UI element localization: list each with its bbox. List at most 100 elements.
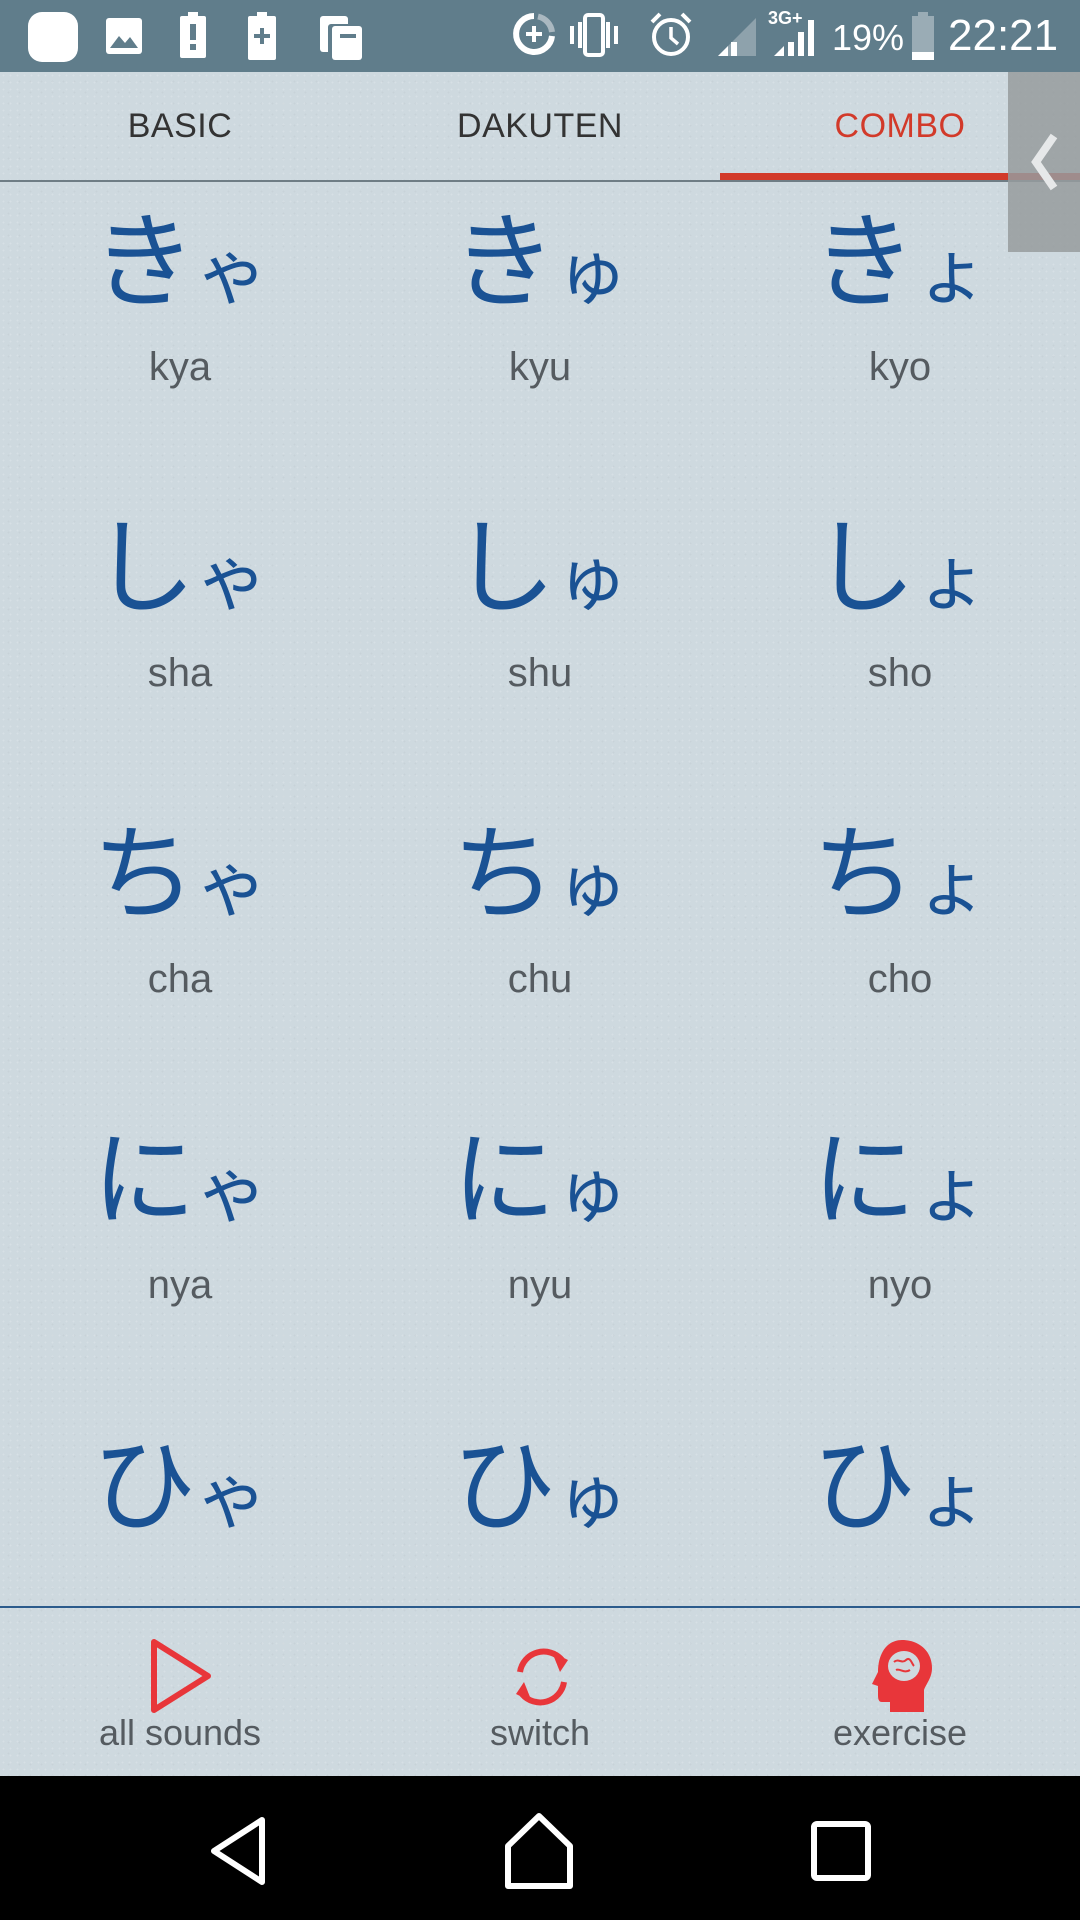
kana-character: きゅ bbox=[360, 202, 720, 333]
signal-3g-icon bbox=[774, 20, 814, 56]
romaji-label: nyo bbox=[867, 1263, 933, 1307]
switch-label: switch bbox=[489, 1712, 591, 1753]
kana-small: ゃ bbox=[196, 537, 269, 621]
kana-small: ょ bbox=[916, 1149, 989, 1233]
kana-cell-kya[interactable]: きゃ kya bbox=[0, 182, 360, 488]
kana-base: に bbox=[811, 1119, 916, 1241]
back-button[interactable] bbox=[196, 1806, 286, 1896]
battery-alert-icon bbox=[180, 12, 206, 58]
romaji-label: cha bbox=[147, 957, 213, 1001]
refresh-icon bbox=[516, 1648, 568, 1706]
recents-button[interactable] bbox=[796, 1806, 886, 1896]
kana-base: ち bbox=[811, 813, 916, 935]
kana-character: きょ bbox=[720, 202, 1080, 333]
kana-small: ゅ bbox=[556, 1455, 629, 1539]
kana-base: に bbox=[91, 1119, 196, 1241]
play-icon bbox=[151, 1639, 211, 1713]
romaji-label: kyu bbox=[508, 345, 572, 389]
romaji-label: sho bbox=[867, 651, 933, 695]
kana-character: しゃ bbox=[0, 508, 360, 639]
kana-base: ち bbox=[451, 813, 556, 935]
kana-character: きゃ bbox=[0, 202, 360, 333]
all-sounds-button[interactable]: all sounds bbox=[0, 1608, 360, 1776]
alarm-icon bbox=[650, 12, 692, 56]
tab-basic[interactable]: BASIC bbox=[0, 72, 360, 180]
kana-cell-nyu[interactable]: にゅ nyu bbox=[360, 1100, 720, 1406]
exercise-button[interactable]: exercise bbox=[720, 1608, 1080, 1776]
kana-base: き bbox=[91, 201, 196, 323]
tab-bar: BASIC DAKUTEN COMBO bbox=[0, 72, 1080, 182]
kana-base: に bbox=[451, 1119, 556, 1241]
kana-base: ひ bbox=[91, 1425, 196, 1547]
kana-cell-nya[interactable]: にゃ nya bbox=[0, 1100, 360, 1406]
bottom-action-bar: all sounds switch exercise bbox=[0, 1608, 1080, 1776]
kana-base: ひ bbox=[451, 1425, 556, 1547]
switch-button[interactable]: switch bbox=[360, 1608, 720, 1776]
brain-head-icon bbox=[872, 1640, 932, 1712]
romaji-label: nya bbox=[147, 1263, 213, 1307]
kana-character: にゃ bbox=[0, 1120, 360, 1251]
kana-base: ひ bbox=[811, 1425, 916, 1547]
kana-small: ゃ bbox=[196, 843, 269, 927]
data-saver-icon bbox=[513, 13, 555, 55]
vibrate-icon bbox=[570, 13, 618, 57]
kana-cell-shu[interactable]: しゅ shu bbox=[360, 488, 720, 794]
kana-small: ょ bbox=[916, 1455, 989, 1539]
kana-cell-nyo[interactable]: にょ nyo bbox=[720, 1100, 1080, 1406]
kana-character: ちゅ bbox=[360, 814, 720, 945]
kana-base: し bbox=[91, 507, 196, 629]
kana-small: ゅ bbox=[556, 231, 629, 315]
kana-character: しゅ bbox=[360, 508, 720, 639]
kana-cell-chu[interactable]: ちゅ chu bbox=[360, 794, 720, 1100]
kana-cell-sha[interactable]: しゃ sha bbox=[0, 488, 360, 794]
kana-character: ひゅ bbox=[360, 1426, 720, 1557]
kana-small: ゅ bbox=[556, 843, 629, 927]
romaji-label: nyu bbox=[507, 1263, 573, 1307]
kana-character: にゅ bbox=[360, 1120, 720, 1251]
romaji-label: chu bbox=[507, 957, 573, 1001]
kana-small: ゃ bbox=[196, 231, 269, 315]
app-notification-icon bbox=[28, 12, 78, 62]
kana-base: ち bbox=[91, 813, 196, 935]
kana-cell-kyo[interactable]: きょ kyo bbox=[720, 182, 1080, 488]
kana-cell-cho[interactable]: ちょ cho bbox=[720, 794, 1080, 1100]
kana-base: し bbox=[451, 507, 556, 629]
kana-small: ょ bbox=[916, 231, 989, 315]
home-button[interactable] bbox=[494, 1806, 584, 1896]
battery-percent: 19% bbox=[832, 17, 905, 58]
all-sounds-label: all sounds bbox=[98, 1712, 262, 1753]
romaji-label: cho bbox=[867, 957, 933, 1001]
kana-base: き bbox=[811, 201, 916, 323]
clock: 22:21 bbox=[948, 11, 1059, 60]
kana-character: しょ bbox=[720, 508, 1080, 639]
romaji-label: kya bbox=[148, 345, 212, 389]
kana-character: ひゃ bbox=[0, 1426, 360, 1557]
kana-small: ゅ bbox=[556, 537, 629, 621]
kana-small: ょ bbox=[916, 843, 989, 927]
kana-small: ゃ bbox=[196, 1149, 269, 1233]
image-icon bbox=[106, 18, 142, 54]
exercise-label: exercise bbox=[832, 1712, 968, 1753]
battery-plus-icon bbox=[248, 12, 276, 60]
kana-base: し bbox=[811, 507, 916, 629]
kana-character: ひょ bbox=[720, 1426, 1080, 1557]
romaji-label: shu bbox=[507, 651, 573, 695]
romaji-label: sha bbox=[147, 651, 213, 695]
signal-icon bbox=[718, 18, 756, 56]
system-nav-bar bbox=[0, 1776, 1080, 1920]
kana-small: ょ bbox=[916, 537, 989, 621]
book-icon bbox=[320, 16, 362, 60]
kana-character: にょ bbox=[720, 1120, 1080, 1251]
tab-dakuten[interactable]: DAKUTEN bbox=[360, 72, 720, 180]
romaji-label: kyo bbox=[868, 345, 932, 389]
kana-character: ちょ bbox=[720, 814, 1080, 945]
kana-cell-sho[interactable]: しょ sho bbox=[720, 488, 1080, 794]
kana-character: ちゃ bbox=[0, 814, 360, 945]
kana-cell-cha[interactable]: ちゃ cha bbox=[0, 794, 360, 1100]
kana-grid: きゃ kya きゅ kyu きょ kyo しゃ sha しゅ shu しょ sho ちゃ cha ちゅ chu… bbox=[0, 182, 1080, 1676]
kana-base: き bbox=[451, 201, 556, 323]
kana-cell-kyu[interactable]: きゅ kyu bbox=[360, 182, 720, 488]
kana-small: ゅ bbox=[556, 1149, 629, 1233]
app-content: BASIC DAKUTEN COMBO きゃ kya きゅ kyu きょ kyo しゃ sha… bbox=[0, 72, 1080, 1776]
battery-icon bbox=[912, 12, 934, 60]
